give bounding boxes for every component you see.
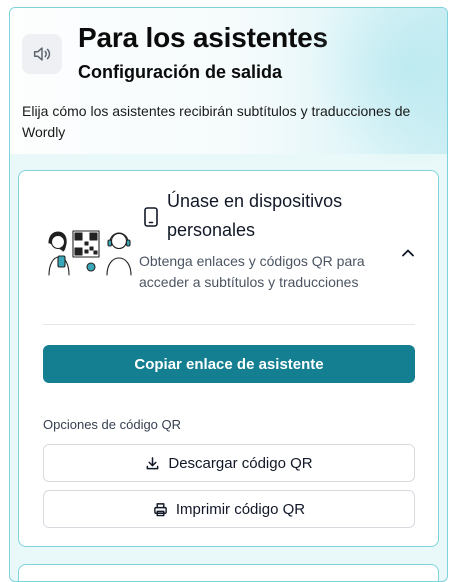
smartphone-icon <box>144 207 158 227</box>
next-option-card[interactable] <box>18 564 439 581</box>
personal-devices-card: Únase en dispositivos personales Obtenga… <box>18 170 439 547</box>
download-qr-label: Descargar código QR <box>168 454 313 472</box>
download-qr-button[interactable]: Descargar código QR <box>43 444 415 482</box>
chevron-up-icon[interactable] <box>396 241 420 265</box>
page-subtitle: Configuración de salida <box>78 62 283 82</box>
printer-icon <box>154 502 167 516</box>
print-qr-label: Imprimir código QR <box>175 500 306 518</box>
card-divider <box>43 324 415 325</box>
card-title: Únase en dispositivos personales <box>167 191 343 240</box>
card-subtitle: Obtenga enlaces y códigos QR para accede… <box>139 253 365 290</box>
copy-attendee-link-button[interactable]: Copiar enlace de asistente <box>43 345 415 383</box>
qr-options-label: Opciones de código QR <box>43 417 182 432</box>
print-qr-button[interactable]: Imprimir código QR <box>43 490 415 528</box>
panel-header: Para los asistentes Configuración de sal… <box>10 8 447 168</box>
attendee-output-panel: Para los asistentes Configuración de sal… <box>9 7 448 582</box>
attendees-illustration <box>48 230 132 276</box>
download-icon <box>146 456 159 469</box>
page-description: Elija cómo los asistentes recibirán subt… <box>22 103 411 140</box>
page-title: Para los asistentes <box>78 22 328 53</box>
speaker-icon <box>22 34 62 74</box>
